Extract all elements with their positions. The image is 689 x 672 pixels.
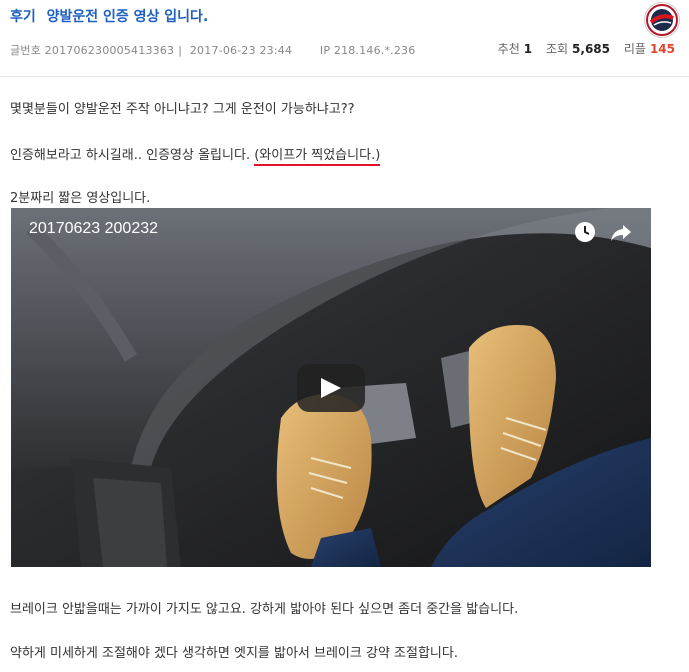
ip-label: IP	[319, 44, 331, 57]
post-stats: 추천 1 조회 5,685 리플 145	[498, 40, 675, 57]
body-line-2-text: 인증해보라고 하시길래.. 인증영상 올립니다.	[10, 148, 255, 163]
team-logo-icon	[644, 2, 680, 38]
body-line-3: 2분짜리 짧은 영상입니다.	[10, 191, 151, 206]
video-player[interactable]: 20170623 200232	[11, 208, 651, 567]
meta-divider: |	[178, 44, 183, 57]
body-line-4: 브레이크 안밟을때는 가까이 가지도 않고요. 강하게 밟아야 된다 싶으면 좀…	[10, 602, 519, 617]
post-number-label: 글번호	[10, 44, 41, 57]
post-datetime: 2017-06-23 23:44	[189, 44, 293, 57]
play-icon	[321, 378, 341, 398]
post-title-row: 후기 양발운전 인증 영상 입니다.	[10, 6, 208, 26]
play-button[interactable]	[297, 364, 365, 412]
video-title: 20170623 200232	[29, 220, 159, 237]
views-label: 조회	[545, 42, 569, 56]
body-line-2-highlight: (와이프가 찍었습니다.)	[254, 148, 381, 166]
share-icon[interactable]	[609, 220, 633, 244]
body-line-5: 약하게 미세하게 조절해야 겠다 생각하면 엣지를 밟아서 브레이크 강약 조절…	[10, 646, 458, 661]
post-category[interactable]: 후기	[10, 9, 36, 25]
post-header: 후기 양발운전 인증 영상 입니다. 글번호 20170623000541336…	[0, 0, 689, 77]
replies-label: 리플	[623, 42, 646, 56]
views-count: 5,685	[572, 42, 611, 56]
post-meta: 글번호 201706230005413363 | 2017-06-23 23:44…	[10, 42, 415, 58]
recommend-label: 추천	[497, 42, 520, 56]
post-number: 201706230005413363	[44, 44, 175, 57]
recommend-count: 1	[523, 42, 533, 56]
body-line-2: 인증해보라고 하시길래.. 인증영상 올립니다. (와이프가 찍었습니다.)	[10, 144, 381, 166]
clock-icon[interactable]	[573, 220, 597, 244]
replies-count[interactable]: 145	[650, 42, 675, 56]
ip-address: 218.146.*.236	[333, 44, 416, 57]
post-title[interactable]: 양발운전 인증 영상 입니다.	[47, 9, 209, 25]
body-line-1: 몇몇분들이 양발운전 주작 아니냐고? 그게 운전이 가능하냐고??	[10, 102, 355, 117]
